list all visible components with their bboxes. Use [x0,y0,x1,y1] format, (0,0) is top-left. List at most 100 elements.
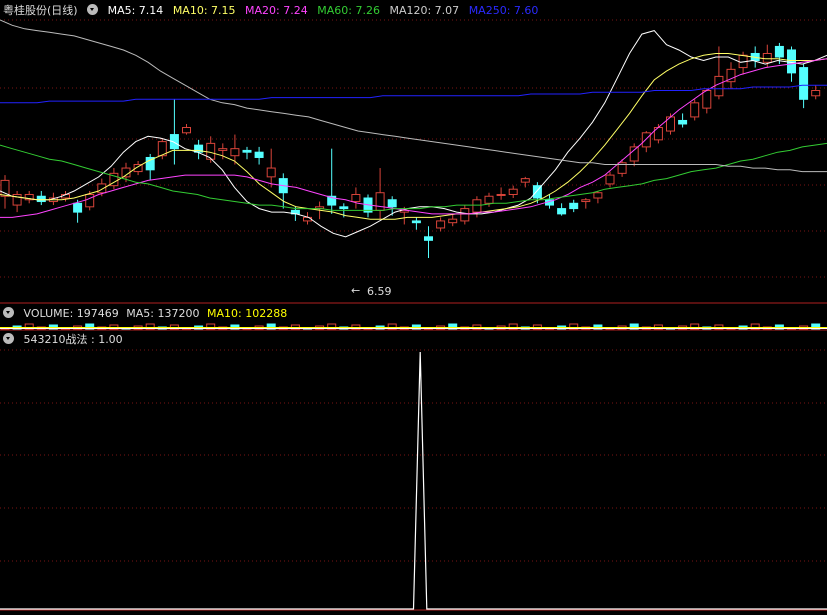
indicator-plot [0,351,827,610]
chevron-down-icon[interactable] [3,307,14,318]
candle-body [690,102,700,118]
low-annotation: ← 6.59 [351,284,392,298]
candle-body [73,202,83,213]
ma-lines [0,19,827,238]
candle [194,139,204,160]
candle-body [218,148,228,151]
candle [182,123,191,135]
price-panel-header: 粤桂股份(日线) MA5: 7.14 MA10: 7.15 MA20: 7.24… [3,3,544,19]
candle [799,64,809,109]
candle [109,168,119,190]
candle [811,85,821,100]
ma5-label: MA5: 7.14 [107,4,164,17]
candle [629,143,639,167]
candle [424,226,433,258]
candle-body [36,195,46,203]
candle-body [593,192,603,199]
candle [448,213,458,227]
chevron-down-icon[interactable] [3,333,14,344]
volume-ma10-label: MA10: 102288 [206,307,288,320]
indicator-panel-header: 543210战法 : 1.00 [3,332,129,348]
candle-body [351,193,361,203]
candle-body [411,220,421,224]
ma20-label: MA20: 7.24 [245,4,308,17]
candle-body [520,178,530,183]
candle-body [702,90,712,109]
ma120-label: MA120: 7.07 [389,4,460,17]
ma-line-ma20 [0,58,827,218]
stock-name: 粤桂股份(日线) [3,4,78,17]
candle [12,190,22,213]
candle [363,194,373,218]
candle-body [472,199,482,213]
candle-body [605,174,615,185]
ma60-label: MA60: 7.26 [317,4,380,17]
candle-body [230,148,240,157]
candle-body [436,220,446,229]
candle [36,190,46,206]
candle-body [242,149,252,153]
candle-body [811,90,821,97]
candle [242,146,252,160]
candle-body [641,132,651,148]
candle [351,187,361,209]
candles [0,42,821,258]
candle [569,199,579,213]
candle [593,190,603,204]
candle [496,187,506,200]
candle [678,113,688,128]
candle-body [714,75,724,97]
candle [169,99,179,165]
candle [387,196,397,216]
candle-body [339,206,349,210]
candle-body [85,193,95,208]
candle-body [254,151,264,158]
candle [508,185,518,199]
candle [254,146,264,165]
candle [617,159,627,177]
candle-body [460,208,470,222]
candle [278,173,288,209]
low-price-label: 6.59 [367,285,392,298]
candle [460,205,470,225]
candle-body [569,202,579,210]
volume-label: VOLUME: 197469 [23,307,119,320]
candle [411,217,421,230]
volume-panel-header: VOLUME: 197469 MA5: 137200 MA10: 102288 [3,306,293,322]
left-arrow-icon: ← [351,284,360,297]
candle [24,190,34,204]
candle [714,46,724,100]
candle [690,99,700,121]
candle-body [762,52,772,63]
candle-body [266,167,276,178]
candle-body [182,127,191,134]
ma-line-ma10 [0,53,827,220]
candle-body [629,146,639,162]
indicator-line [0,351,827,610]
candle [375,168,385,220]
candle-body [678,119,688,125]
candle-body [375,192,385,211]
candle [520,176,530,188]
candle [581,198,591,209]
candle-body [496,193,506,196]
candle-body [557,208,567,215]
volume-ma5-label: MA5: 137200 [126,307,200,320]
candle [726,62,736,89]
candle [145,153,155,181]
indicator-label: 543210战法 : 1.00 [23,333,123,346]
chevron-down-icon[interactable] [87,4,99,15]
candle-body [508,188,518,195]
candle-body [799,67,809,100]
ma-line-ma5 [0,30,827,238]
candle-body [387,199,397,208]
candle-body [424,236,433,241]
candle-body [787,49,796,74]
ma10-label: MA10: 7.15 [172,4,236,17]
candle [266,148,276,188]
ma250-label: MA250: 7.60 [468,4,539,17]
candle [436,217,446,232]
candle [557,203,567,216]
candle-body [774,45,784,58]
candle-body [581,199,591,203]
